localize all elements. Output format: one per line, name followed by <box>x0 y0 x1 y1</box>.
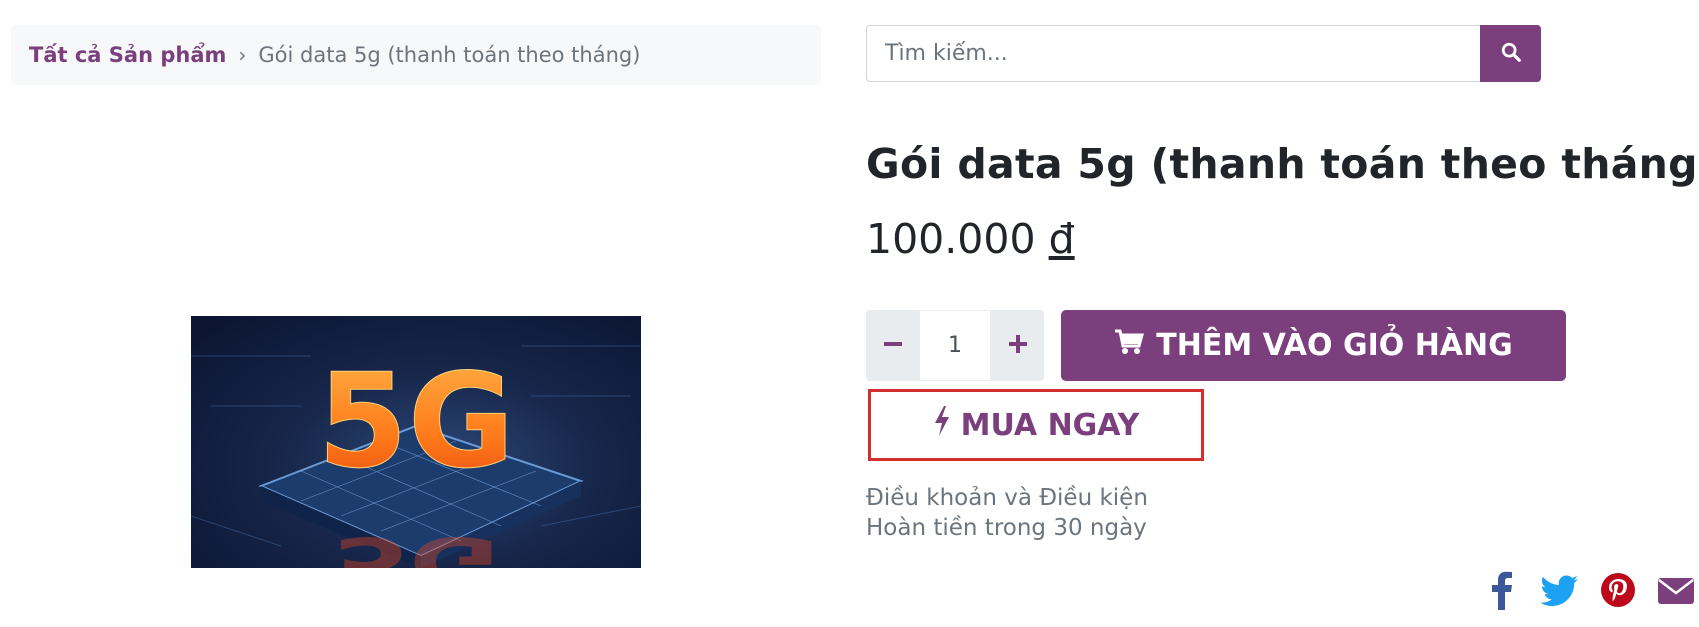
svg-text:5G: 5G <box>333 522 500 568</box>
quantity-stepper <box>866 310 1044 381</box>
search-icon <box>1500 41 1522 66</box>
share-pinterest-button[interactable] <box>1598 570 1638 610</box>
plus-icon <box>1008 334 1028 357</box>
product-info: Điều khoản và Điều kiện Hoàn tiền trong … <box>866 483 1148 543</box>
pinterest-icon <box>1598 573 1638 614</box>
search-button[interactable] <box>1480 25 1541 82</box>
terms-link[interactable]: Điều khoản và Điều kiện <box>866 483 1148 513</box>
price-amount: 100.000 <box>866 215 1036 263</box>
buy-now-label: MUA NGAY <box>960 407 1140 443</box>
breadcrumb-current: Gói data 5g (thanh toán theo tháng) <box>258 43 641 67</box>
quantity-input[interactable] <box>919 310 991 381</box>
minus-icon <box>883 334 903 357</box>
refund-text: Hoàn tiền trong 30 ngày <box>866 515 1147 541</box>
share-facebook-button[interactable] <box>1482 570 1522 610</box>
product-image: 5G 5G <box>191 316 641 568</box>
breadcrumb: Tất cả Sản phẩm › Gói data 5g (thanh toá… <box>11 25 821 85</box>
facebook-icon <box>1482 571 1522 614</box>
product-image-5g-text: 5G <box>317 345 514 497</box>
twitter-icon <box>1540 575 1580 614</box>
breadcrumb-separator: › <box>238 43 247 67</box>
share-buttons <box>1482 570 1696 610</box>
add-to-cart-label: THÊM VÀO GIỎ HÀNG <box>1156 328 1513 363</box>
bolt-icon <box>933 406 951 444</box>
quantity-decrease-button[interactable] <box>866 310 919 381</box>
cart-icon <box>1114 328 1145 364</box>
email-icon <box>1656 578 1696 614</box>
add-to-cart-button[interactable]: THÊM VÀO GIỎ HÀNG <box>1061 310 1566 381</box>
search-bar <box>866 25 1541 82</box>
share-email-button[interactable] <box>1656 570 1696 610</box>
product-price: 100.000 đ <box>866 215 1075 263</box>
breadcrumb-all-products-link[interactable]: Tất cả Sản phẩm <box>29 43 226 67</box>
share-twitter-button[interactable] <box>1540 570 1580 610</box>
quantity-increase-button[interactable] <box>991 310 1044 381</box>
buy-now-button[interactable]: MUA NGAY <box>868 389 1204 461</box>
price-currency: đ <box>1048 215 1075 263</box>
search-input[interactable] <box>866 25 1480 82</box>
product-title: Gói data 5g (thanh toán theo tháng) <box>866 140 1699 188</box>
